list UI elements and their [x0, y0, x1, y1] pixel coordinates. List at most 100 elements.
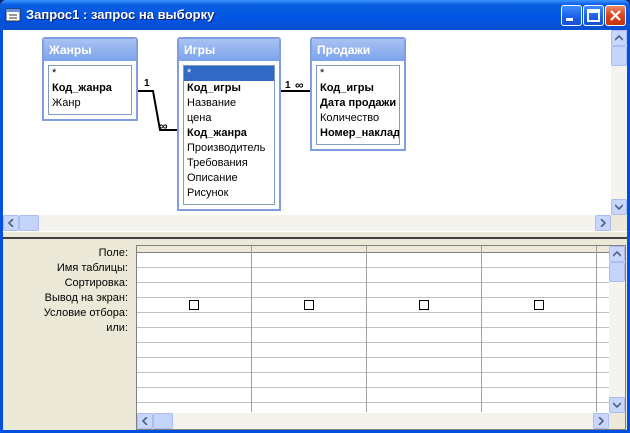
design-grid[interactable] — [136, 245, 626, 430]
field-item[interactable]: Описание — [184, 171, 274, 186]
diagram-vertical-scrollbar[interactable] — [611, 30, 627, 215]
show-checkbox[interactable] — [189, 300, 199, 310]
grid-cell-criteria[interactable] — [482, 313, 596, 328]
grid-column[interactable] — [367, 246, 482, 412]
grid-cell-field[interactable] — [137, 253, 251, 268]
query-designer: 1 ∞ 1 ∞ Жанры * Код_жанра Жанр Игры * Ко… — [3, 30, 627, 430]
minimize-button[interactable] — [561, 5, 582, 26]
field-item[interactable]: Код_игры — [184, 81, 274, 96]
grid-cell-sort[interactable] — [137, 283, 251, 298]
field-item[interactable]: Код_жанра — [49, 81, 131, 96]
field-item[interactable]: Номер_накладной — [317, 126, 399, 141]
show-checkbox[interactable] — [534, 300, 544, 310]
grid-cell[interactable] — [482, 343, 596, 358]
grid-horizontal-scrollbar[interactable] — [137, 413, 609, 429]
scroll-thumb[interactable] — [611, 46, 627, 66]
field-item[interactable]: цена — [184, 111, 274, 126]
table-title[interactable]: Игры — [179, 39, 279, 61]
grid-cell[interactable] — [137, 343, 251, 358]
table-title[interactable]: Продажи — [312, 39, 404, 61]
title-bar[interactable]: Запрос1 : запрос на выборку — [0, 0, 630, 30]
grid-cell[interactable] — [137, 373, 251, 388]
grid-cell[interactable] — [252, 358, 366, 373]
table-genres[interactable]: Жанры * Код_жанра Жанр — [42, 37, 138, 121]
scroll-up-button[interactable] — [611, 30, 627, 46]
field-item[interactable]: * — [49, 66, 131, 81]
grid-cell-table[interactable] — [252, 268, 366, 283]
grid-cell-sort[interactable] — [367, 283, 481, 298]
field-item[interactable]: * — [317, 66, 399, 81]
table-diagram-pane[interactable]: 1 ∞ 1 ∞ Жанры * Код_жанра Жанр Игры * Ко… — [3, 30, 627, 231]
grid-cell-or[interactable] — [482, 328, 596, 343]
grid-cell[interactable] — [367, 373, 481, 388]
grid-cell-or[interactable] — [137, 328, 251, 343]
field-item[interactable]: Код_игры — [317, 81, 399, 96]
maximize-button[interactable] — [583, 5, 604, 26]
grid-cell[interactable] — [482, 358, 596, 373]
grid-cell[interactable] — [367, 358, 481, 373]
scroll-right-button[interactable] — [593, 413, 609, 429]
scroll-down-button[interactable] — [609, 397, 625, 413]
field-item[interactable]: Количество — [317, 111, 399, 126]
field-item[interactable]: Жанр — [49, 96, 131, 111]
grid-cell[interactable] — [482, 388, 596, 403]
scroll-left-button[interactable] — [137, 413, 153, 429]
grid-cell[interactable] — [252, 343, 366, 358]
column-selector[interactable] — [137, 246, 251, 253]
grid-cell-show[interactable] — [367, 298, 481, 313]
column-selector[interactable] — [482, 246, 596, 253]
grid-cell-field[interactable] — [367, 253, 481, 268]
grid-cell-or[interactable] — [367, 328, 481, 343]
scroll-right-button[interactable] — [595, 215, 611, 231]
grid-column[interactable] — [482, 246, 597, 412]
diagram-horizontal-scrollbar[interactable] — [3, 215, 611, 231]
show-checkbox[interactable] — [304, 300, 314, 310]
grid-cell-show[interactable] — [252, 298, 366, 313]
grid-cell[interactable] — [252, 388, 366, 403]
pane-splitter[interactable] — [3, 231, 627, 239]
scroll-thumb[interactable] — [19, 215, 39, 231]
grid-cell[interactable] — [367, 388, 481, 403]
grid-cell-show[interactable] — [482, 298, 596, 313]
grid-vertical-scrollbar[interactable] — [609, 246, 625, 413]
scroll-up-button[interactable] — [609, 246, 625, 262]
grid-cell[interactable] — [482, 373, 596, 388]
field-item[interactable]: Требования — [184, 156, 274, 171]
field-item[interactable]: Рисунок — [184, 186, 274, 201]
grid-cell-field[interactable] — [252, 253, 366, 268]
grid-cell[interactable] — [137, 388, 251, 403]
column-selector[interactable] — [367, 246, 481, 253]
grid-cell-criteria[interactable] — [252, 313, 366, 328]
grid-cell-sort[interactable] — [252, 283, 366, 298]
field-item[interactable]: * — [184, 66, 274, 81]
grid-cell-sort[interactable] — [482, 283, 596, 298]
scroll-left-button[interactable] — [3, 215, 19, 231]
grid-cell-field[interactable] — [482, 253, 596, 268]
scroll-thumb[interactable] — [609, 262, 625, 282]
field-item[interactable]: Производитель — [184, 141, 274, 156]
grid-column[interactable] — [137, 246, 252, 412]
grid-cell-table[interactable] — [367, 268, 481, 283]
grid-cell[interactable] — [367, 343, 481, 358]
grid-cell-table[interactable] — [482, 268, 596, 283]
field-item[interactable]: Название — [184, 96, 274, 111]
close-button[interactable] — [605, 5, 626, 26]
column-selector[interactable] — [252, 246, 366, 253]
grid-cell-table[interactable] — [137, 268, 251, 283]
grid-cell[interactable] — [252, 373, 366, 388]
grid-cell-or[interactable] — [252, 328, 366, 343]
grid-cell-criteria[interactable] — [367, 313, 481, 328]
grid-cell[interactable] — [137, 358, 251, 373]
table-title[interactable]: Жанры — [44, 39, 136, 61]
grid-cell-criteria[interactable] — [137, 313, 251, 328]
field-item[interactable]: Код_жанра — [184, 126, 274, 141]
field-item[interactable]: Дата продажи — [317, 96, 399, 111]
close-icon — [610, 10, 621, 21]
grid-cell-show[interactable] — [137, 298, 251, 313]
scroll-down-button[interactable] — [611, 199, 627, 215]
scroll-thumb[interactable] — [153, 413, 173, 429]
table-sales[interactable]: Продажи * Код_игры Дата продажи Количест… — [310, 37, 406, 151]
grid-column[interactable] — [252, 246, 367, 412]
table-games[interactable]: Игры * Код_игры Название цена Код_жанра … — [177, 37, 281, 211]
show-checkbox[interactable] — [419, 300, 429, 310]
